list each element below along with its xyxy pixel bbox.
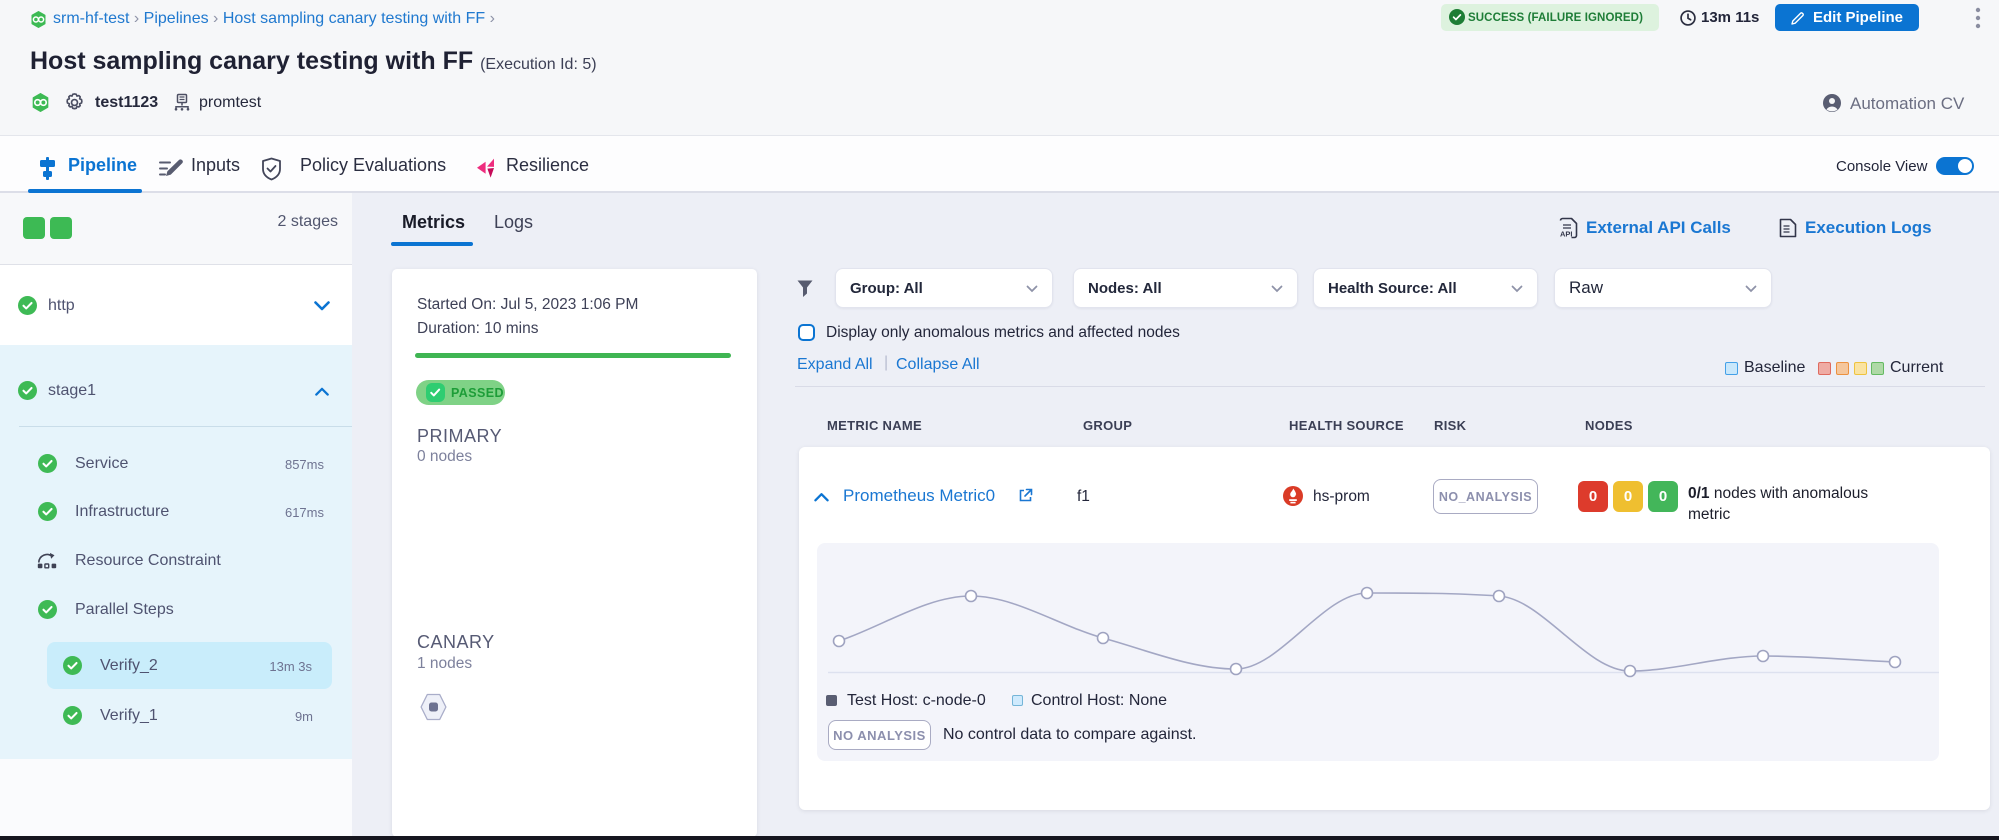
svg-text:API: API xyxy=(1560,230,1573,239)
